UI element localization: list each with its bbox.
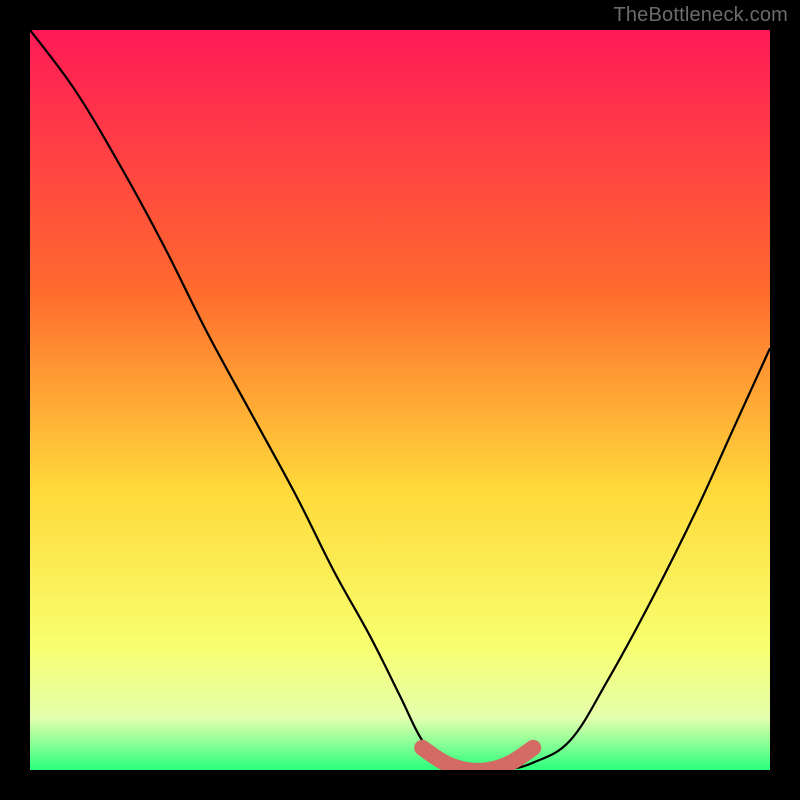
outer-frame: TheBottleneck.com <box>0 0 800 800</box>
chart-plot-area <box>30 30 770 770</box>
chart-svg <box>30 30 770 770</box>
gradient-background <box>30 30 770 770</box>
watermark-text: TheBottleneck.com <box>613 4 788 27</box>
